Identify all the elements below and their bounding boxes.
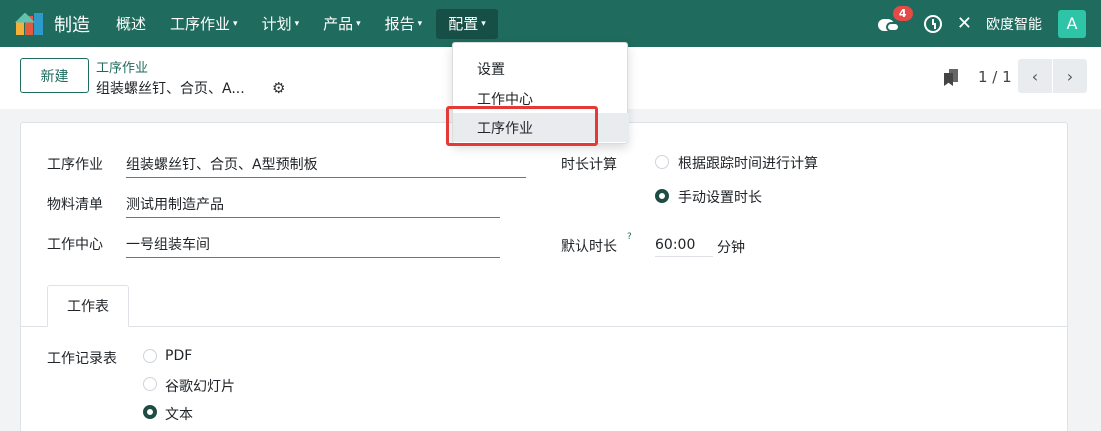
nav-planning[interactable]: 计划 ▾ [250,0,312,47]
gear-icon[interactable]: ⚙ [272,79,285,97]
message-count-badge: 4 [892,5,913,21]
activity-clock-icon[interactable] [923,14,942,33]
tab-worksheet[interactable]: 工作表 [47,285,129,327]
nav-operations[interactable]: 工序作业 ▾ [158,0,250,47]
pager-next-button[interactable]: › [1053,59,1087,93]
operation-label: 工序作业 [47,157,103,173]
company-switcher[interactable]: 欧度智能 [986,14,1042,34]
new-button[interactable]: 新建 [20,58,89,93]
menu-item-settings[interactable]: 设置 [453,54,629,83]
caret-down-icon: ▾ [481,18,486,29]
messages-icon[interactable]: 4 [877,5,913,34]
top-navbar: 制造 概述 工序作业 ▾ 计划 ▾ 产品 ▾ 报告 ▾ 配置 ▾ 4 ✕ 欧度智能 A [0,0,1101,47]
chevron-left-icon: ‹ [1031,66,1039,86]
worksheet-label: 工作记录表 [47,351,117,367]
caret-down-icon: ▾ [356,18,361,29]
default-duration-field[interactable]: 60:00 [655,237,713,257]
caret-down-icon: ▾ [233,18,238,29]
radio-text-label[interactable]: 文本 [165,404,193,424]
tab-divider [21,326,1067,327]
duration-calc-label: 时长计算 [561,157,617,173]
manufacturing-app-icon[interactable] [15,12,44,35]
bom-label: 物料清单 [47,197,103,213]
help-tooltip-icon[interactable]: ? [627,232,632,242]
radio-google-slides[interactable] [143,377,157,391]
nav-products[interactable]: 产品 ▾ [311,0,373,47]
default-duration-label: 默认时长 [561,239,617,255]
radio-tracked-time-label[interactable]: 根据跟踪时间进行计算 [678,153,818,173]
radio-manual-duration-label[interactable]: 手动设置时长 [678,187,762,207]
chevron-right-icon: › [1066,66,1074,86]
bom-field[interactable]: 测试用制造产品 [126,194,500,218]
annotation-highlight-box [446,106,598,146]
radio-pdf[interactable] [143,349,157,363]
radio-google-slides-label[interactable]: 谷歌幻灯片 [165,376,235,396]
radio-manual-duration[interactable] [655,189,669,203]
radio-text[interactable] [143,405,157,419]
radio-tracked-time[interactable] [655,155,669,169]
nav-reporting[interactable]: 报告 ▾ [373,0,435,47]
workcenter-label: 工作中心 [47,237,103,253]
breadcrumb-current: 组装螺丝钉、合页、A... [96,81,245,97]
workcenter-field[interactable]: 一号组装车间 [126,234,500,258]
attachment-icon[interactable] [944,69,958,87]
radio-pdf-label[interactable]: PDF [165,348,192,364]
caret-down-icon: ▾ [294,18,300,29]
app-name[interactable]: 制造 [54,11,90,37]
user-avatar[interactable]: A [1058,9,1086,38]
nav-configuration[interactable]: 配置 ▾ [436,8,498,39]
pager-previous-button[interactable]: ‹ [1018,59,1052,93]
pager-value[interactable]: 1 / 1 [978,68,1012,86]
duration-unit: 分钟 [717,240,745,256]
tools-icon[interactable]: ✕ [957,13,972,34]
caret-down-icon: ▾ [417,18,423,29]
nav-overview[interactable]: 概述 [104,0,158,47]
breadcrumb-parent[interactable]: 工序作业 [96,57,148,76]
operation-field[interactable]: 组装螺丝钉、合页、A型预制板 [126,154,526,178]
